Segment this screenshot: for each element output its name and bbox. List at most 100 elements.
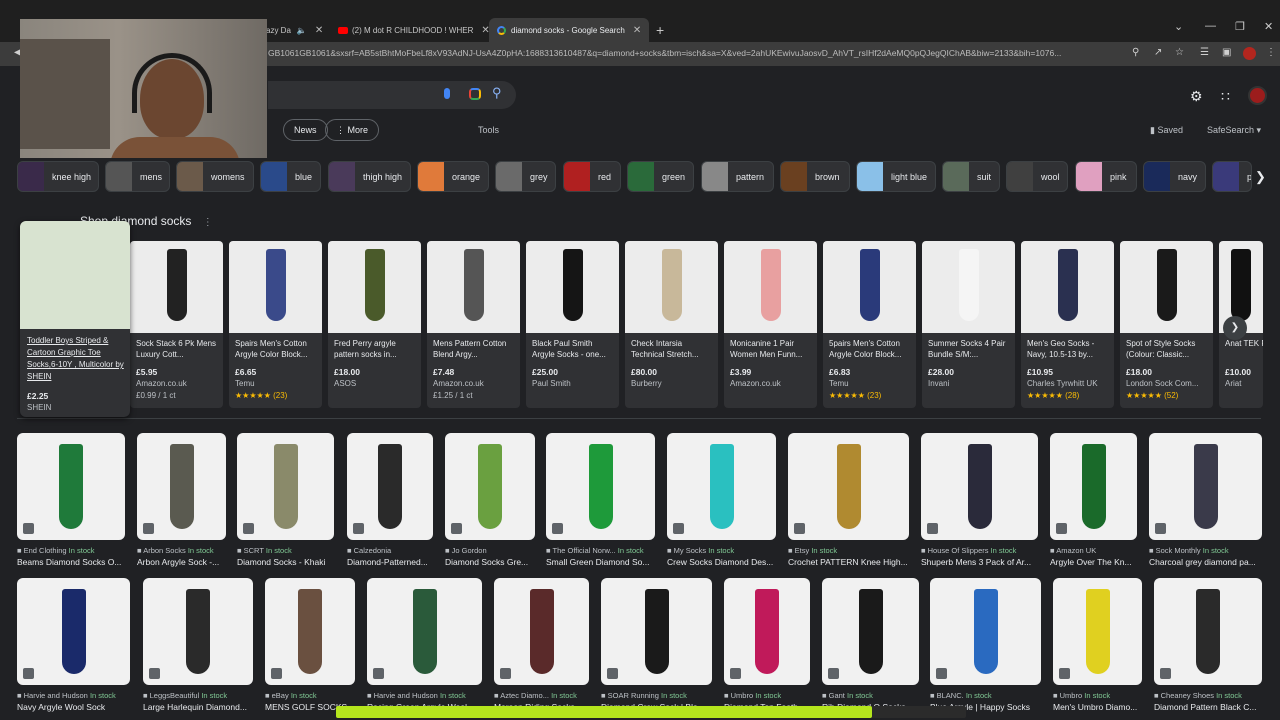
product-card[interactable]: Mens Pattern Cotton Blend Argy... £7.48 Am…	[427, 241, 520, 408]
chip-brown[interactable]: brown	[780, 161, 850, 192]
result-source[interactable]: ■ Gant In stock	[822, 691, 919, 700]
result-source[interactable]: ■ Amazon UK	[1050, 546, 1137, 555]
product-image[interactable]	[625, 241, 718, 333]
result-source[interactable]: ■ BLANC. In stock	[930, 691, 1041, 700]
result-title[interactable]: Navy Argyle Wool Sock	[17, 702, 138, 712]
chip-orange[interactable]: orange	[417, 161, 489, 192]
product-card[interactable]: Men's Geo Socks - Navy, 10.5-13 by... £10…	[1021, 241, 1114, 408]
chevron-down-icon[interactable]: ⌄	[1174, 20, 1183, 33]
search-icon[interactable]: ⚲	[1132, 47, 1139, 58]
result-source[interactable]: ■ End Clothing In stock	[17, 546, 125, 555]
result-title[interactable]: Crew Socks Diamond Des...	[667, 557, 784, 567]
result-title[interactable]: Diamond Pattern Black C...	[1154, 702, 1270, 712]
result-title[interactable]: Charcoal grey diamond pa...	[1149, 557, 1270, 567]
chip-womens[interactable]: womens	[176, 161, 254, 192]
result-source[interactable]: ■ The Official Norw... In stock	[546, 546, 655, 555]
product-title[interactable]: Anat TEK Performa...	[1225, 338, 1263, 360]
saved-button[interactable]: ▮ Saved	[1150, 125, 1183, 136]
result-image[interactable]	[930, 578, 1041, 685]
tab-news[interactable]: News	[283, 119, 328, 141]
result-title[interactable]: Small Green Diamond So...	[546, 557, 663, 567]
result-image[interactable]	[921, 433, 1038, 540]
star-icon[interactable]: ☆	[1175, 47, 1184, 58]
chip-mens[interactable]: mens	[105, 161, 170, 192]
google-lens-icon[interactable]	[469, 88, 481, 100]
chip-grey[interactable]: grey	[495, 161, 556, 192]
product-title[interactable]: Sock Stack 6 Pk Mens Luxury Cott...	[136, 338, 220, 360]
product-image[interactable]	[20, 221, 130, 329]
sidepanel-icon[interactable]: ▣	[1222, 47, 1231, 58]
product-card[interactable]: Summer Socks 4 Pair Bundle S/M:... £28.00…	[922, 241, 1015, 408]
result-source[interactable]: ■ Calzedonia	[347, 546, 433, 555]
result-image[interactable]	[1053, 578, 1142, 685]
product-image[interactable]	[229, 241, 322, 333]
safesearch-button[interactable]: SafeSearch ▾	[1207, 125, 1261, 136]
close-icon[interactable]: ✕	[315, 25, 323, 36]
result-source[interactable]: ■ House Of Slippers In stock	[921, 546, 1038, 555]
chip-navy[interactable]: navy	[1143, 161, 1206, 192]
product-card[interactable]: Check Intarsia Technical Stretch... £80.0…	[625, 241, 718, 408]
result-title[interactable]: Diamond Socks Gre...	[445, 557, 543, 567]
result-source[interactable]: ■ My Socks In stock	[667, 546, 776, 555]
result-source[interactable]: ■ SOAR Running In stock	[601, 691, 712, 700]
product-title[interactable]: Mens Pattern Cotton Blend Argy...	[433, 338, 517, 360]
result-source[interactable]: ■ Aztec Diamo... In stock	[494, 691, 589, 700]
product-title[interactable]: Summer Socks 4 Pair Bundle S/M:...	[928, 338, 1012, 360]
chip-thigh-high[interactable]: thigh high	[328, 161, 411, 192]
chip-pattern[interactable]: pattern	[701, 161, 774, 192]
media-icon[interactable]: ☰	[1200, 47, 1209, 58]
apps-grid-icon[interactable]: ∷	[1221, 88, 1230, 105]
more-options-icon[interactable]: ⋮	[203, 217, 213, 228]
result-source[interactable]: ■ Umbro In stock	[1053, 691, 1142, 700]
tab-google-search[interactable]: diamond socks - Google Search ✕	[489, 18, 650, 42]
search-icon[interactable]: ⚲	[492, 85, 502, 101]
result-image[interactable]	[724, 578, 810, 685]
result-image[interactable]	[143, 578, 253, 685]
result-image[interactable]	[347, 433, 433, 540]
account-avatar[interactable]	[1248, 86, 1267, 105]
chevron-right-icon[interactable]: ❯	[1223, 316, 1247, 340]
result-image[interactable]	[17, 578, 130, 685]
product-title[interactable]: Monicanine 1 Pair Women Men Funn...	[730, 338, 814, 360]
menu-icon[interactable]: ⋮	[1266, 47, 1276, 58]
maximize-button[interactable]: ❐	[1235, 20, 1245, 33]
chip-green[interactable]: green	[627, 161, 694, 192]
result-image[interactable]	[546, 433, 655, 540]
result-image[interactable]	[367, 578, 482, 685]
product-card[interactable]: Spairs Men's Cotton Argyle Color Block..…	[229, 241, 322, 408]
chevron-right-icon[interactable]: ❯	[1255, 169, 1266, 185]
result-title[interactable]: Argyle Over The Kn...	[1050, 557, 1145, 567]
search-input[interactable]: ⚲	[268, 81, 516, 109]
result-source[interactable]: ■ eBay In stock	[265, 691, 355, 700]
result-source[interactable]: ■ Arbon Socks In stock	[137, 546, 226, 555]
result-image[interactable]	[667, 433, 776, 540]
result-source[interactable]: ■ LeggsBeautiful In stock	[143, 691, 253, 700]
speaker-icon[interactable]: 🔈	[297, 26, 307, 35]
product-image[interactable]	[922, 241, 1015, 333]
product-image[interactable]	[1021, 241, 1114, 333]
result-image[interactable]	[1154, 578, 1262, 685]
result-source[interactable]: ■ Harvie and Hudson In stock	[367, 691, 482, 700]
product-image[interactable]	[427, 241, 520, 333]
product-image[interactable]	[724, 241, 817, 333]
new-tab-button[interactable]: +	[656, 22, 664, 38]
tab-1[interactable]: azy Da 🔈 ✕	[266, 18, 323, 42]
result-image[interactable]	[1149, 433, 1262, 540]
share-icon[interactable]: ↗	[1154, 47, 1162, 58]
chip-blue[interactable]: blue	[260, 161, 321, 192]
product-card[interactable]: 5pairs Men's Cotton Argyle Color Block..…	[823, 241, 916, 408]
result-image[interactable]	[237, 433, 334, 540]
chip-suit[interactable]: suit	[942, 161, 1000, 192]
product-title[interactable]: Fred Perry argyle pattern socks in...	[334, 338, 418, 360]
chip-light-blue[interactable]: light blue	[856, 161, 936, 192]
chip-pink[interactable]: pink	[1075, 161, 1137, 192]
result-image[interactable]	[1050, 433, 1137, 540]
tab-2[interactable]: (2) M dot R CHILDHOOD ! WHER ✕	[338, 18, 490, 42]
product-image[interactable]	[328, 241, 421, 333]
product-title[interactable]: Spot of Style Socks (Colour: Classic...	[1126, 338, 1210, 360]
close-icon[interactable]: ✕	[633, 25, 641, 36]
profile-avatar[interactable]	[1243, 47, 1256, 60]
gear-icon[interactable]: ⚙	[1190, 88, 1203, 105]
product-title[interactable]: Spairs Men's Cotton Argyle Color Block..…	[235, 338, 319, 360]
product-card[interactable]: Spot of Style Socks (Colour: Classic... £…	[1120, 241, 1213, 408]
